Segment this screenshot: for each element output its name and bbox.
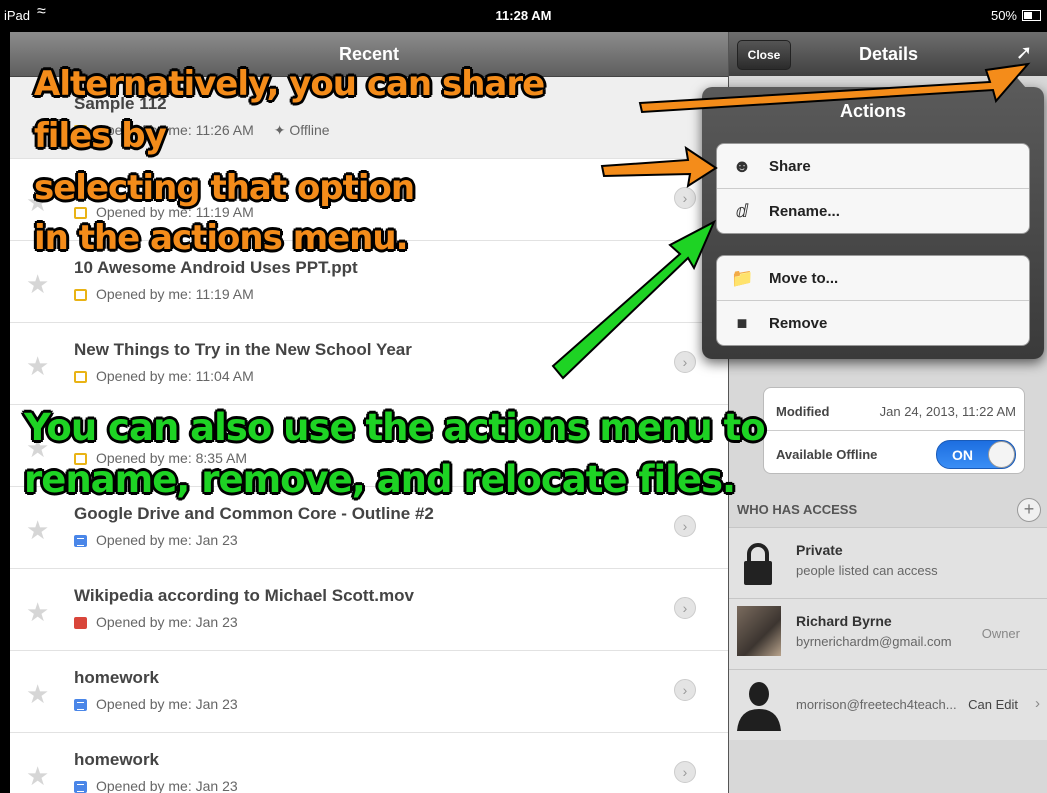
- file-title: New Things to Try in the New School Year: [74, 340, 412, 359]
- info-chevron-icon[interactable]: ›: [674, 187, 696, 209]
- file-row[interactable]: ★ New Things to Try in the New School Ye…: [10, 323, 728, 405]
- info-chevron-icon[interactable]: ›: [674, 679, 696, 701]
- annotation-line: selecting that option: [34, 168, 415, 208]
- file-title: 10 Awesome Android Uses PPT.ppt: [74, 258, 358, 277]
- access-role[interactable]: Can Edit: [968, 697, 1018, 712]
- doc-icon: [74, 699, 87, 711]
- folder-move-icon: 📁: [731, 268, 754, 288]
- person-icon: [737, 682, 781, 731]
- access-row-owner[interactable]: Richard Byrne byrnerichardm@gmail.com Ow…: [729, 598, 1047, 669]
- ipad-screen: iPad ≈ 11:28 AM 50% Recent Sample 112 Op…: [0, 0, 1047, 793]
- star-icon[interactable]: ★: [26, 351, 49, 382]
- clock: 11:28 AM: [495, 8, 552, 23]
- slides-icon: [74, 289, 87, 301]
- access-row-private[interactable]: Private people listed can access: [729, 527, 1047, 598]
- star-icon[interactable]: ★: [26, 515, 49, 546]
- remove-menu-item[interactable]: ■ Remove: [717, 301, 1029, 345]
- file-meta: Opened by me: Jan 23: [96, 778, 238, 793]
- access-role: Owner: [981, 626, 1020, 641]
- file-title: Wikipedia according to Michael Scott.mov: [74, 586, 414, 605]
- menu-item-label: Remove: [769, 315, 828, 332]
- status-bar: iPad ≈ 11:28 AM 50%: [0, 0, 1047, 32]
- toggle-state: ON: [952, 447, 973, 463]
- add-person-icon: ☻: [732, 156, 752, 176]
- modified-label: Modified: [776, 404, 830, 419]
- slides-icon: [74, 371, 87, 383]
- info-chevron-icon[interactable]: ›: [674, 597, 696, 619]
- file-meta: Opened by me: Jan 23: [96, 614, 238, 630]
- actions-popover: Actions ☻ Share ⅆ Rename... 📁 Move to...…: [702, 74, 1044, 359]
- share-action-icon[interactable]: ➚: [1011, 41, 1037, 65]
- star-icon[interactable]: ★: [26, 597, 49, 628]
- pin-icon: ✦: [273, 122, 290, 138]
- offline-toggle[interactable]: ON: [936, 440, 1016, 469]
- file-row[interactable]: ★ Wikipedia according to Michael Scott.m…: [10, 569, 728, 651]
- access-row-editor[interactable]: morrison@freetech4teach... Can Edit ›: [729, 669, 1047, 740]
- details-nav-bar: Close Details ➚: [729, 32, 1047, 76]
- access-name: Richard Byrne: [796, 613, 892, 629]
- file-row[interactable]: ★ homework Opened by me: Jan 23 ›: [10, 733, 728, 793]
- device-bezel: [0, 32, 10, 793]
- info-chevron-icon[interactable]: ›: [674, 761, 696, 783]
- access-detail: people listed can access: [796, 563, 938, 578]
- lock-icon: [744, 543, 772, 585]
- add-access-button[interactable]: +: [1017, 498, 1041, 522]
- access-header: WHO HAS ACCESS: [737, 502, 858, 517]
- menu-item-label: Move to...: [769, 270, 839, 287]
- offline-label: Offline: [289, 122, 330, 138]
- annotation-line: in the actions menu.: [34, 218, 409, 258]
- file-meta: Opened by me: 11:19 AM: [96, 286, 254, 302]
- text-cursor-icon: ⅆ: [735, 201, 749, 221]
- page-title: Recent: [338, 44, 400, 64]
- actions-group-1: ☻ Share ⅆ Rename...: [716, 143, 1030, 234]
- doc-icon: [74, 781, 87, 793]
- popover-title: Actions: [839, 101, 906, 121]
- offline-label: Available Offline: [776, 447, 878, 462]
- file-meta: Opened by me: 11:04 AM: [96, 368, 254, 384]
- chevron-right-icon: ›: [1035, 695, 1040, 712]
- menu-item-label: Rename...: [769, 203, 840, 220]
- doc-icon: [74, 535, 87, 547]
- toggle-knob: [988, 441, 1015, 468]
- popover-arrow: [1002, 74, 1026, 88]
- avatar: [737, 606, 781, 656]
- battery-percent: 50%: [990, 8, 1017, 23]
- actions-group-2: 📁 Move to... ■ Remove: [716, 255, 1030, 346]
- trash-icon: ■: [736, 313, 748, 333]
- star-icon[interactable]: ★: [26, 761, 49, 792]
- rename-menu-item[interactable]: ⅆ Rename...: [717, 189, 1029, 233]
- access-detail: byrnerichardm@gmail.com: [796, 634, 952, 649]
- annotation-line: Alternatively, you can share: [34, 64, 545, 104]
- share-menu-item[interactable]: ☻ Share: [717, 144, 1029, 189]
- movie-icon: [74, 617, 87, 629]
- annotation-line: files by: [34, 116, 167, 156]
- file-meta: Opened by me: Jan 23: [96, 532, 238, 548]
- divider: [764, 430, 1024, 431]
- file-row[interactable]: ★ homework Opened by me: Jan 23 ›: [10, 651, 728, 733]
- details-title: Details: [858, 44, 919, 64]
- move-menu-item[interactable]: 📁 Move to...: [717, 256, 1029, 301]
- menu-item-label: Share: [769, 158, 811, 175]
- annotation-line: rename, remove, and relocate files.: [24, 458, 736, 501]
- info-chevron-icon[interactable]: ›: [674, 351, 696, 373]
- star-icon[interactable]: ★: [26, 269, 49, 300]
- info-chevron-icon[interactable]: ›: [674, 515, 696, 537]
- access-name: Private: [796, 542, 843, 558]
- file-title: Google Drive and Common Core - Outline #…: [74, 504, 434, 523]
- modified-value: Jan 24, 2013, 11:22 AM: [879, 404, 1016, 419]
- file-title: homework: [74, 668, 160, 687]
- annotation-line: You can also use the actions menu to: [24, 406, 766, 449]
- file-meta: Opened by me: Jan 23: [96, 696, 238, 712]
- file-info-card: Modified Jan 24, 2013, 11:22 AM Availabl…: [763, 387, 1025, 474]
- file-title: homework: [74, 750, 160, 769]
- battery-icon: [1022, 10, 1041, 21]
- access-email: morrison@freetech4teach...: [796, 697, 957, 712]
- star-icon[interactable]: ★: [26, 679, 49, 710]
